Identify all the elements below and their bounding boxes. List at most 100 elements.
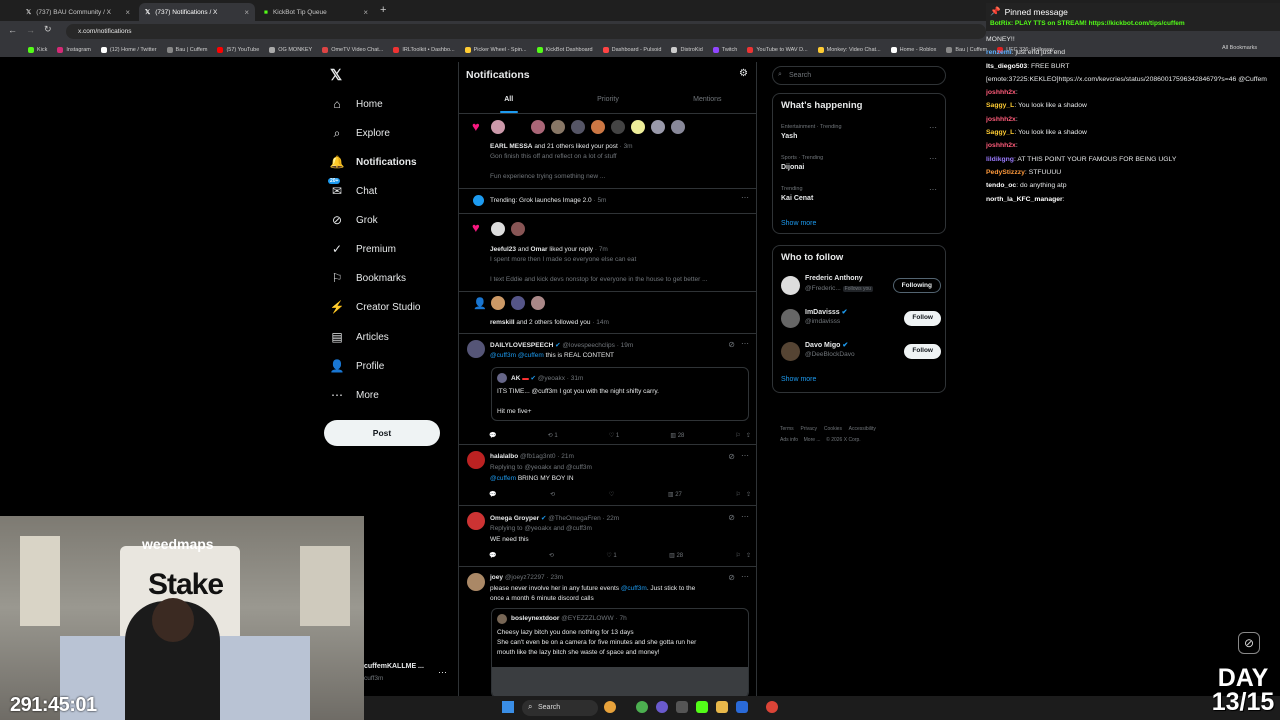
chrome-icon[interactable] <box>636 701 648 713</box>
account-more-icon[interactable]: ⋯ <box>438 667 447 678</box>
notification-like[interactable]: ♥ EARL MESSA and 21 others liked your po… <box>459 114 756 189</box>
chrome-icon[interactable] <box>766 701 778 713</box>
app-icon[interactable] <box>604 701 616 713</box>
share-icon[interactable]: ⇪ <box>746 553 751 559</box>
follow-suggestion[interactable]: ImDavisss ✔ @imdavisss Follow <box>781 307 941 331</box>
views-stat[interactable]: ▥ 28 <box>669 552 683 559</box>
bookmark-item[interactable]: Home - Roblox <box>890 46 936 53</box>
close-icon[interactable]: × <box>125 8 130 17</box>
retweet-button[interactable]: ⟲ <box>549 552 554 559</box>
bookmark-item[interactable]: IRLToolkit • Dashbo... <box>393 46 455 53</box>
tweet[interactable]: Omega Groyper ✔ @TheOmegaFren · 22m ⊘ ⋯ … <box>459 506 756 567</box>
bookmark-item[interactable]: Instagram <box>57 46 91 53</box>
tweet[interactable]: halalalbo @fb1ag3nt0 · 21m ⊘ ⋯ Replying … <box>459 445 756 506</box>
more-options-icon[interactable]: ⋯ <box>929 185 937 194</box>
more-options-icon[interactable]: ⋯ <box>929 154 937 163</box>
app-icon[interactable] <box>676 701 688 713</box>
app-icon[interactable] <box>656 701 668 713</box>
trend-item[interactable]: Sports · Trending Dijonai <box>781 155 823 171</box>
folder-icon[interactable] <box>716 701 728 713</box>
bookmark-item[interactable]: Bau | Cuffem <box>946 46 987 53</box>
account-name[interactable]: cuffemKALLME ... <box>364 663 424 670</box>
bookmark-item[interactable]: Picker Wheel - Spin... <box>464 46 527 53</box>
bookmark-item[interactable]: OmeTV Video Chat... <box>322 46 383 53</box>
following-button[interactable]: Following <box>892 278 941 293</box>
like-button[interactable]: ♡ 1 <box>606 552 616 559</box>
settings-gear-icon[interactable]: ⚙ <box>739 68 748 79</box>
browser-tab-active[interactable]: 𝕏 (737) Notifications / X × <box>139 3 255 21</box>
x-logo-icon[interactable]: 𝕏 <box>330 66 342 84</box>
notification-trending[interactable]: Trending: Grok launches Image 2.0 · 5m ⋯ <box>459 189 756 214</box>
nav-premium[interactable]: ✓ Premium <box>330 239 396 259</box>
forward-icon[interactable]: → <box>26 25 35 35</box>
bookmark-item[interactable]: Dashboard - Pulsoid <box>602 46 661 53</box>
bookmark-item[interactable]: Bau | Cuffem <box>166 46 207 53</box>
grok-icon[interactable]: ⊘ <box>728 513 735 522</box>
tab-mentions[interactable]: Mentions <box>658 92 756 113</box>
app-icon[interactable] <box>736 701 748 713</box>
bookmark-item[interactable]: (57) YouTube <box>217 46 259 53</box>
views-stat[interactable]: ▥ 28 <box>670 432 684 439</box>
more-options-icon[interactable]: ⋯ <box>741 451 749 460</box>
nav-chat[interactable]: ✉ 20+ Chat <box>328 178 377 201</box>
nav-profile[interactable]: 👤 Profile <box>330 356 385 376</box>
bookmark-item[interactable]: Kick <box>28 46 47 53</box>
bookmark-icon[interactable]: ⚐ <box>736 492 741 498</box>
grok-icon[interactable]: ⊘ <box>728 340 735 349</box>
more-options-icon[interactable]: ⋯ <box>929 123 937 132</box>
nav-bookmarks[interactable]: ⚐ Bookmarks <box>330 268 406 288</box>
url-field[interactable]: x.com/notifications <box>66 24 986 39</box>
follow-button[interactable]: Follow <box>904 311 941 326</box>
retweet-button[interactable]: ⟲ <box>550 491 555 498</box>
trend-item[interactable]: Entertainment · Trending Yash <box>781 124 842 140</box>
follow-suggestion[interactable]: Davo Migo ✔ @DeeBlockDavo Follow <box>781 340 941 364</box>
taskbar-search[interactable]: Search <box>522 700 598 716</box>
grok-icon[interactable]: ⊘ <box>728 573 735 582</box>
back-icon[interactable]: ← <box>8 25 17 35</box>
grok-floating-icon[interactable]: ⊘ <box>1238 632 1260 654</box>
bookmark-item[interactable]: OG MONKEY <box>269 46 312 53</box>
new-tab-button[interactable]: + <box>380 4 386 16</box>
bookmark-item[interactable]: (12) Home / Twitter <box>100 46 157 53</box>
nav-explore[interactable]: ⌕ Explore <box>330 123 390 143</box>
bookmark-icon[interactable]: ⚐ <box>736 433 741 439</box>
post-button[interactable]: Post <box>324 420 440 446</box>
share-icon[interactable]: ⇪ <box>746 433 751 439</box>
follow-suggestion[interactable]: Frederic Anthony @Frederic... Follows yo… <box>781 274 941 298</box>
nav-grok[interactable]: ⊘ Grok <box>330 210 378 230</box>
like-button[interactable]: ♡ <box>609 491 614 498</box>
tweet[interactable]: joey @joeyz72297 · 23m ⊘ ⋯ please never … <box>459 567 756 697</box>
notification-follow[interactable]: 👤 remskill and 2 others followed you · 1… <box>459 292 756 334</box>
app-icon[interactable] <box>696 701 708 713</box>
nav-articles[interactable]: ▤ Articles <box>330 327 388 347</box>
show-more-link[interactable]: Show more <box>781 376 816 383</box>
browser-tab[interactable]: ■ KickBot Tip Queue × <box>258 3 374 21</box>
like-button[interactable]: ♡ 1 <box>609 432 619 439</box>
bookmark-item[interactable]: YouTube to WAV D... <box>747 46 808 53</box>
more-options-icon[interactable]: ⋯ <box>741 339 749 348</box>
more-options-icon[interactable]: ⋯ <box>741 572 749 581</box>
more-options-icon[interactable]: ⋯ <box>741 193 749 202</box>
nav-creator-studio[interactable]: ⚡ Creator Studio <box>330 297 421 317</box>
bookmark-item[interactable]: Twitch <box>712 46 737 53</box>
follow-button[interactable]: Follow <box>904 344 941 359</box>
views-stat[interactable]: ▥ 27 <box>668 491 682 498</box>
close-icon[interactable]: × <box>363 8 368 17</box>
windows-start-icon[interactable] <box>502 701 514 713</box>
grok-icon[interactable]: ⊘ <box>728 452 735 461</box>
reply-icon[interactable]: 💬 <box>489 491 496 498</box>
quoted-tweet[interactable]: bosleynextdoor @EYEZZZLOWW · 7h Cheesy l… <box>491 608 749 697</box>
nav-home[interactable]: ⌂ Home <box>330 94 382 114</box>
nav-notifications[interactable]: 🔔 Notifications <box>330 152 417 172</box>
close-icon[interactable]: × <box>244 8 249 17</box>
share-icon[interactable]: ⇪ <box>746 492 751 498</box>
tweet[interactable]: DAILYLOVESPEECH ✔ @lovespeechclips · 19m… <box>459 334 756 445</box>
retweet-button[interactable]: ⟲ 1 <box>548 432 558 439</box>
tab-all[interactable]: All <box>459 92 558 113</box>
bookmark-item[interactable]: Monkey: Video Chat... <box>817 46 881 53</box>
show-more-link[interactable]: Show more <box>781 220 816 227</box>
notification-like-reply[interactable]: ♥ Jeeful23 and Omar liked your reply · 7… <box>459 214 756 292</box>
browser-tab[interactable]: 𝕏 (737) BAU Community / X × <box>20 3 136 21</box>
reload-icon[interactable]: ↻ <box>44 24 52 35</box>
trend-item[interactable]: Trending Kai Cenat <box>781 186 813 202</box>
